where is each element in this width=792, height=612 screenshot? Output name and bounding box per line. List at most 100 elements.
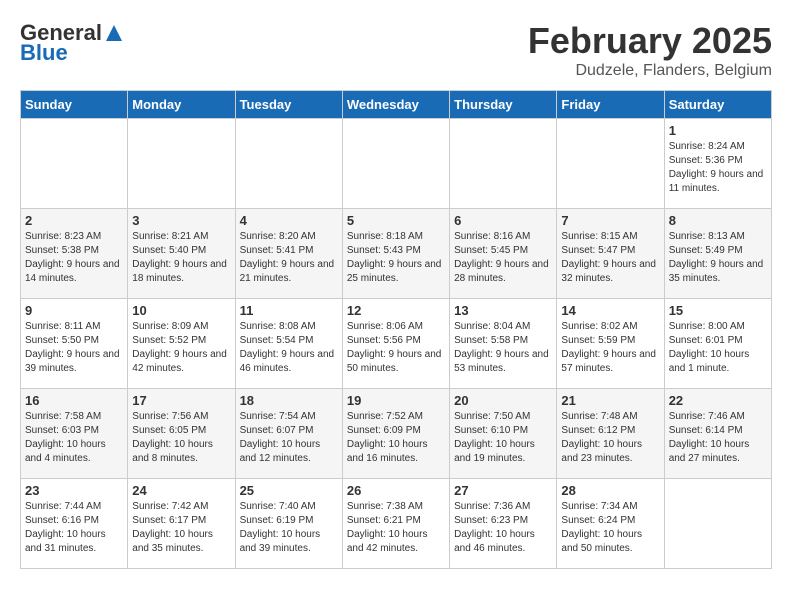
day-info: Sunrise: 8:04 AM Sunset: 5:58 PM Dayligh… — [454, 320, 552, 376]
day-info: Sunrise: 7:34 AM Sunset: 6:24 PM Dayligh… — [561, 500, 659, 556]
day-info: Sunrise: 8:02 AM Sunset: 5:59 PM Dayligh… — [561, 320, 659, 376]
calendar-week-row: 9 Sunrise: 8:11 AM Sunset: 5:50 PM Daylig… — [21, 299, 772, 389]
day-number: 5 — [347, 213, 445, 228]
day-number: 8 — [669, 213, 767, 228]
day-number: 15 — [669, 303, 767, 318]
day-number: 28 — [561, 483, 659, 498]
page-header: General Blue February 2025 Dudzele, Flan… — [20, 20, 772, 80]
day-info: Sunrise: 8:18 AM Sunset: 5:43 PM Dayligh… — [347, 230, 445, 286]
day-info: Sunrise: 8:16 AM Sunset: 5:45 PM Dayligh… — [454, 230, 552, 286]
calendar-cell: 23 Sunrise: 7:44 AM Sunset: 6:16 PM Dayli… — [21, 479, 128, 569]
calendar-cell: 16 Sunrise: 7:58 AM Sunset: 6:03 PM Dayli… — [21, 389, 128, 479]
calendar-week-row: 2 Sunrise: 8:23 AM Sunset: 5:38 PM Daylig… — [21, 209, 772, 299]
calendar-cell — [21, 119, 128, 209]
day-number: 18 — [240, 393, 338, 408]
day-info: Sunrise: 8:08 AM Sunset: 5:54 PM Dayligh… — [240, 320, 338, 376]
calendar-cell: 1 Sunrise: 8:24 AM Sunset: 5:36 PM Daylig… — [664, 119, 771, 209]
calendar-cell — [342, 119, 449, 209]
calendar-body: 1 Sunrise: 8:24 AM Sunset: 5:36 PM Daylig… — [21, 119, 772, 569]
day-number: 14 — [561, 303, 659, 318]
calendar-cell: 26 Sunrise: 7:38 AM Sunset: 6:21 PM Dayli… — [342, 479, 449, 569]
day-info: Sunrise: 8:24 AM Sunset: 5:36 PM Dayligh… — [669, 140, 767, 196]
day-number: 23 — [25, 483, 123, 498]
day-info: Sunrise: 7:40 AM Sunset: 6:19 PM Dayligh… — [240, 500, 338, 556]
day-info: Sunrise: 8:21 AM Sunset: 5:40 PM Dayligh… — [132, 230, 230, 286]
day-info: Sunrise: 8:13 AM Sunset: 5:49 PM Dayligh… — [669, 230, 767, 286]
day-info: Sunrise: 7:58 AM Sunset: 6:03 PM Dayligh… — [25, 410, 123, 466]
day-info: Sunrise: 8:00 AM Sunset: 6:01 PM Dayligh… — [669, 320, 767, 376]
day-number: 11 — [240, 303, 338, 318]
weekday-header-row: SundayMondayTuesdayWednesdayThursdayFrid… — [21, 91, 772, 119]
day-number: 12 — [347, 303, 445, 318]
calendar-cell: 14 Sunrise: 8:02 AM Sunset: 5:59 PM Dayli… — [557, 299, 664, 389]
location: Dudzele, Flanders, Belgium — [528, 62, 772, 80]
calendar-cell: 11 Sunrise: 8:08 AM Sunset: 5:54 PM Dayli… — [235, 299, 342, 389]
calendar-cell: 15 Sunrise: 8:00 AM Sunset: 6:01 PM Dayli… — [664, 299, 771, 389]
weekday-monday: Monday — [128, 91, 235, 119]
day-number: 2 — [25, 213, 123, 228]
calendar-cell: 4 Sunrise: 8:20 AM Sunset: 5:41 PM Daylig… — [235, 209, 342, 299]
day-number: 16 — [25, 393, 123, 408]
day-number: 24 — [132, 483, 230, 498]
day-info: Sunrise: 7:50 AM Sunset: 6:10 PM Dayligh… — [454, 410, 552, 466]
day-info: Sunrise: 8:09 AM Sunset: 5:52 PM Dayligh… — [132, 320, 230, 376]
day-number: 7 — [561, 213, 659, 228]
day-info: Sunrise: 8:15 AM Sunset: 5:47 PM Dayligh… — [561, 230, 659, 286]
day-number: 6 — [454, 213, 552, 228]
day-number: 19 — [347, 393, 445, 408]
day-number: 27 — [454, 483, 552, 498]
day-info: Sunrise: 8:11 AM Sunset: 5:50 PM Dayligh… — [25, 320, 123, 376]
calendar-cell: 12Sunrise: 8:06 AM Sunset: 5:56 PM Dayli… — [342, 299, 449, 389]
calendar-cell: 13Sunrise: 8:04 AM Sunset: 5:58 PM Dayli… — [450, 299, 557, 389]
day-number: 4 — [240, 213, 338, 228]
calendar-week-row: 1 Sunrise: 8:24 AM Sunset: 5:36 PM Daylig… — [21, 119, 772, 209]
day-number: 25 — [240, 483, 338, 498]
calendar-cell: 6 Sunrise: 8:16 AM Sunset: 5:45 PM Daylig… — [450, 209, 557, 299]
calendar-cell: 5 Sunrise: 8:18 AM Sunset: 5:43 PM Daylig… — [342, 209, 449, 299]
day-info: Sunrise: 8:20 AM Sunset: 5:41 PM Dayligh… — [240, 230, 338, 286]
day-info: Sunrise: 8:23 AM Sunset: 5:38 PM Dayligh… — [25, 230, 123, 286]
day-info: Sunrise: 7:54 AM Sunset: 6:07 PM Dayligh… — [240, 410, 338, 466]
day-info: Sunrise: 7:44 AM Sunset: 6:16 PM Dayligh… — [25, 500, 123, 556]
calendar-cell — [557, 119, 664, 209]
day-info: Sunrise: 7:38 AM Sunset: 6:21 PM Dayligh… — [347, 500, 445, 556]
day-info: Sunrise: 7:46 AM Sunset: 6:14 PM Dayligh… — [669, 410, 767, 466]
calendar-cell: 27Sunrise: 7:36 AM Sunset: 6:23 PM Dayli… — [450, 479, 557, 569]
day-number: 17 — [132, 393, 230, 408]
day-number: 21 — [561, 393, 659, 408]
calendar-table: SundayMondayTuesdayWednesdayThursdayFrid… — [20, 90, 772, 569]
day-number: 20 — [454, 393, 552, 408]
day-number: 3 — [132, 213, 230, 228]
logo-icon — [104, 23, 124, 43]
calendar-cell: 24 Sunrise: 7:42 AM Sunset: 6:17 PM Dayli… — [128, 479, 235, 569]
calendar-cell: 10 Sunrise: 8:09 AM Sunset: 5:52 PM Dayli… — [128, 299, 235, 389]
calendar-week-row: 23 Sunrise: 7:44 AM Sunset: 6:16 PM Dayli… — [21, 479, 772, 569]
calendar-cell — [128, 119, 235, 209]
calendar-cell — [235, 119, 342, 209]
weekday-wednesday: Wednesday — [342, 91, 449, 119]
calendar-cell: 17Sunrise: 7:56 AM Sunset: 6:05 PM Dayli… — [128, 389, 235, 479]
calendar-cell: 22Sunrise: 7:46 AM Sunset: 6:14 PM Dayli… — [664, 389, 771, 479]
day-number: 9 — [25, 303, 123, 318]
calendar-cell: 9 Sunrise: 8:11 AM Sunset: 5:50 PM Daylig… — [21, 299, 128, 389]
calendar-cell: 20 Sunrise: 7:50 AM Sunset: 6:10 PM Dayli… — [450, 389, 557, 479]
weekday-sunday: Sunday — [21, 91, 128, 119]
day-number: 1 — [669, 123, 767, 138]
calendar-cell: 21 Sunrise: 7:48 AM Sunset: 6:12 PM Dayli… — [557, 389, 664, 479]
weekday-tuesday: Tuesday — [235, 91, 342, 119]
calendar-cell: 18 Sunrise: 7:54 AM Sunset: 6:07 PM Dayli… — [235, 389, 342, 479]
day-info: Sunrise: 7:42 AM Sunset: 6:17 PM Dayligh… — [132, 500, 230, 556]
logo: General Blue — [20, 20, 124, 66]
day-info: Sunrise: 7:48 AM Sunset: 6:12 PM Dayligh… — [561, 410, 659, 466]
weekday-thursday: Thursday — [450, 91, 557, 119]
calendar-cell: 3 Sunrise: 8:21 AM Sunset: 5:40 PM Daylig… — [128, 209, 235, 299]
logo-blue-text: Blue — [20, 40, 68, 66]
day-number: 26 — [347, 483, 445, 498]
calendar-week-row: 16 Sunrise: 7:58 AM Sunset: 6:03 PM Dayli… — [21, 389, 772, 479]
calendar-cell: 25 Sunrise: 7:40 AM Sunset: 6:19 PM Dayli… — [235, 479, 342, 569]
title-block: February 2025 Dudzele, Flanders, Belgium — [528, 20, 772, 80]
weekday-friday: Friday — [557, 91, 664, 119]
month-title: February 2025 — [528, 20, 772, 62]
calendar-cell — [450, 119, 557, 209]
day-number: 10 — [132, 303, 230, 318]
